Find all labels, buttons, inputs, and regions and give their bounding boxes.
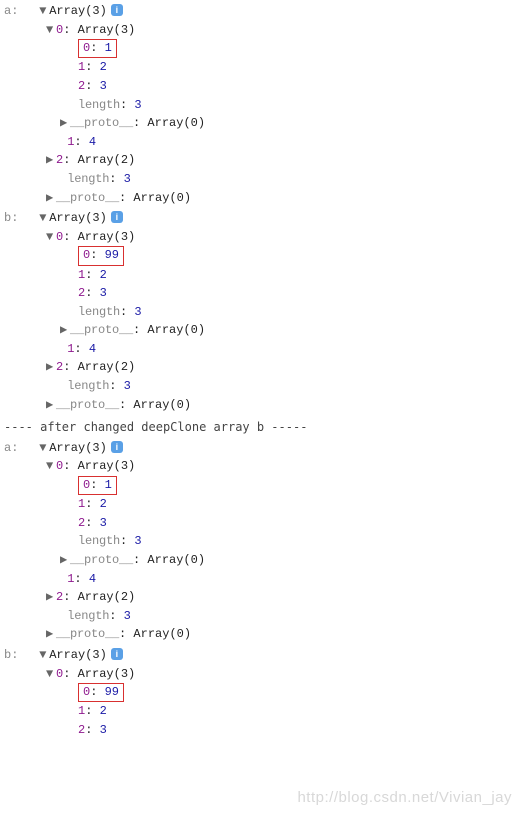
proto-prop[interactable]: ▶__proto__: Array(0)	[4, 114, 516, 133]
array-entry-2[interactable]: ▶2: Array(2)	[4, 358, 516, 377]
proto-prop[interactable]: ▶__proto__: Array(0)	[4, 189, 516, 208]
highlighted-entry: 0: 1	[4, 476, 516, 495]
info-icon[interactable]: i	[111, 211, 123, 223]
proto-prop[interactable]: ▶__proto__: Array(0)	[4, 625, 516, 644]
chevron-down-icon[interactable]: ▼	[39, 209, 49, 228]
object-header[interactable]: a: ▼Array(3)i	[4, 2, 516, 21]
var-label: a:	[4, 439, 32, 458]
proto-prop[interactable]: ▶__proto__: Array(0)	[4, 551, 516, 570]
chevron-right-icon[interactable]: ▶	[46, 189, 56, 208]
length-prop: length: 3	[4, 170, 516, 189]
watermark-text: http://blog.csdn.net/Vivian_jay	[297, 786, 512, 809]
console-object-b-1: b: ▼Array(3)i ▼0: Array(3) 0: 99 1: 2 2:…	[4, 209, 516, 414]
chevron-right-icon[interactable]: ▶	[60, 321, 70, 340]
chevron-right-icon[interactable]: ▶	[46, 588, 56, 607]
info-icon[interactable]: i	[111, 4, 123, 16]
array-value: 2: 3	[4, 77, 516, 96]
console-object-a-1: a: ▼Array(3)i ▼0: Array(3) 0: 1 1: 2 2: …	[4, 2, 516, 207]
highlighted-entry: 0: 99	[4, 246, 516, 265]
array-value: 1: 2	[4, 495, 516, 514]
chevron-down-icon[interactable]: ▼	[39, 439, 49, 458]
length-prop: length: 3	[4, 96, 516, 115]
length-prop: length: 3	[4, 532, 516, 551]
chevron-down-icon[interactable]: ▼	[46, 665, 56, 684]
info-icon[interactable]: i	[111, 648, 123, 660]
object-header[interactable]: b: ▼Array(3)i	[4, 209, 516, 228]
array-value: 2: 3	[4, 514, 516, 533]
length-prop: length: 3	[4, 377, 516, 396]
highlighted-entry: 0: 1	[4, 39, 516, 58]
array-entry-0[interactable]: ▼0: Array(3)	[4, 665, 516, 684]
array-entry-0[interactable]: ▼0: Array(3)	[4, 228, 516, 247]
object-header[interactable]: b: ▼Array(3)i	[4, 646, 516, 665]
array-value: 1: 2	[4, 702, 516, 721]
chevron-down-icon[interactable]: ▼	[46, 21, 56, 40]
array-entry-2[interactable]: ▶2: Array(2)	[4, 588, 516, 607]
chevron-down-icon[interactable]: ▼	[46, 457, 56, 476]
log-divider: ---- after changed deepClone array b ---…	[4, 416, 516, 439]
array-value: 1: 2	[4, 266, 516, 285]
chevron-right-icon[interactable]: ▶	[46, 151, 56, 170]
info-icon[interactable]: i	[111, 441, 123, 453]
chevron-right-icon[interactable]: ▶	[46, 396, 56, 415]
highlighted-entry: 0: 99	[4, 683, 516, 702]
length-prop: length: 3	[4, 303, 516, 322]
chevron-down-icon[interactable]: ▼	[46, 228, 56, 247]
chevron-down-icon[interactable]: ▼	[39, 646, 49, 665]
chevron-right-icon[interactable]: ▶	[60, 114, 70, 133]
chevron-right-icon[interactable]: ▶	[46, 358, 56, 377]
array-entry-2[interactable]: ▶2: Array(2)	[4, 151, 516, 170]
array-value: 2: 3	[4, 721, 516, 740]
chevron-down-icon[interactable]: ▼	[39, 2, 49, 21]
array-entry-0[interactable]: ▼0: Array(3)	[4, 21, 516, 40]
array-value: 1: 4	[4, 340, 516, 359]
proto-prop[interactable]: ▶__proto__: Array(0)	[4, 396, 516, 415]
length-prop: length: 3	[4, 607, 516, 626]
var-label: b:	[4, 646, 32, 665]
console-object-a-2: a: ▼Array(3)i ▼0: Array(3) 0: 1 1: 2 2: …	[4, 439, 516, 644]
array-value: 2: 3	[4, 284, 516, 303]
array-value: 1: 4	[4, 133, 516, 152]
array-entry-0[interactable]: ▼0: Array(3)	[4, 457, 516, 476]
console-object-b-2: b: ▼Array(3)i ▼0: Array(3) 0: 99 1: 2 2:…	[4, 646, 516, 740]
array-value: 1: 2	[4, 58, 516, 77]
var-label: a:	[4, 2, 32, 21]
var-label: b:	[4, 209, 32, 228]
object-header[interactable]: a: ▼Array(3)i	[4, 439, 516, 458]
proto-prop[interactable]: ▶__proto__: Array(0)	[4, 321, 516, 340]
array-value: 1: 4	[4, 570, 516, 589]
chevron-right-icon[interactable]: ▶	[60, 551, 70, 570]
chevron-right-icon[interactable]: ▶	[46, 625, 56, 644]
